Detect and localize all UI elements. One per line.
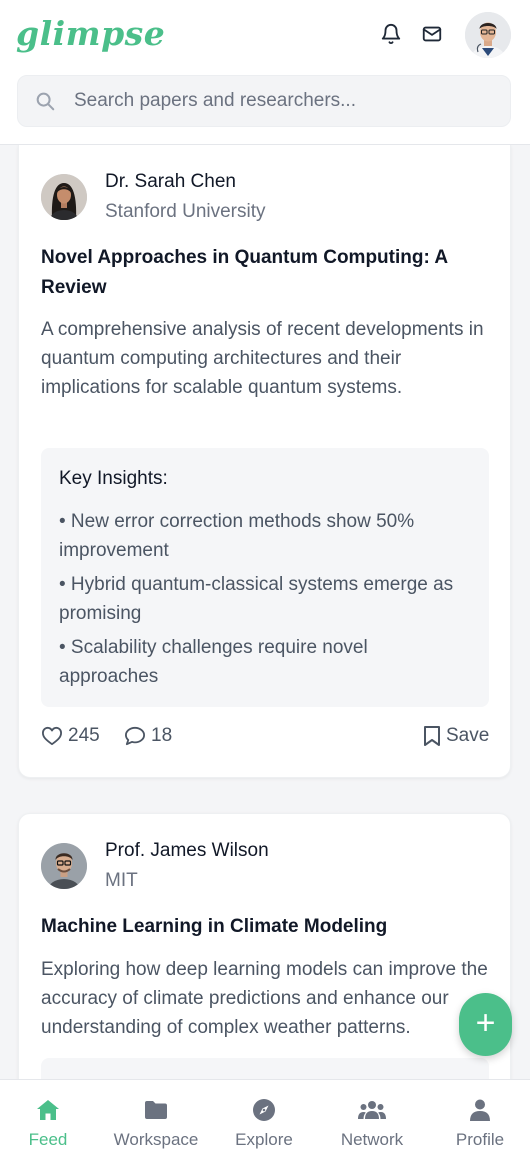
insight-item: • New error correction methods show 50% … xyxy=(59,511,415,561)
like-count: 245 xyxy=(68,725,100,746)
heart-icon xyxy=(42,726,62,746)
user-avatar[interactable] xyxy=(465,12,511,58)
nav-workspace[interactable]: Workspace xyxy=(108,1080,204,1164)
post-description: Exploring how deep learning models can i… xyxy=(41,959,488,1038)
author-name[interactable]: Prof. James Wilson xyxy=(105,840,269,862)
post-card[interactable]: Prof. James Wilson MIT Machine Learning … xyxy=(18,813,511,1118)
comment-icon xyxy=(125,726,145,746)
comment-count: 18 xyxy=(151,725,173,746)
search-input[interactable] xyxy=(74,90,484,112)
nav-profile[interactable]: Profile xyxy=(450,1080,510,1164)
author-name[interactable]: Dr. Sarah Chen xyxy=(105,171,236,193)
nav-explore[interactable]: Explore xyxy=(230,1080,298,1164)
compass-icon xyxy=(251,1098,277,1122)
post-title[interactable]: Machine Learning in Climate Modeling xyxy=(41,912,501,942)
like-button[interactable]: 245 xyxy=(41,725,100,747)
create-post-button[interactable]: + xyxy=(459,993,512,1056)
nav-label: Network xyxy=(340,1130,404,1149)
author-affiliation: Stanford University xyxy=(105,201,266,222)
nav-label: Feed xyxy=(28,1130,68,1149)
key-insights-box: Key Insights: • New error correction met… xyxy=(41,448,489,707)
author-avatar[interactable] xyxy=(41,843,87,889)
insight-item: • Hybrid quantum-classical systems emerg… xyxy=(59,574,454,624)
top-header: glimpse xyxy=(0,0,530,145)
nav-feed[interactable]: Feed xyxy=(24,1080,72,1164)
post-title[interactable]: Novel Approaches in Quantum Computing: A… xyxy=(41,243,461,303)
plus-icon: + xyxy=(475,1004,496,1042)
author-avatar[interactable] xyxy=(41,174,87,220)
user-icon xyxy=(467,1098,493,1122)
insight-item: • Scalability challenges require novel a… xyxy=(59,637,368,687)
post-description: A comprehensive analysis of recent devel… xyxy=(41,319,484,398)
notifications-bell-icon[interactable] xyxy=(377,20,405,48)
post-card[interactable]: Dr. Sarah Chen Stanford University Novel… xyxy=(18,145,511,778)
nav-label: Profile xyxy=(455,1130,505,1149)
home-icon xyxy=(35,1098,61,1122)
messages-mail-icon[interactable] xyxy=(418,20,446,48)
nav-network[interactable]: Network xyxy=(334,1080,410,1164)
folder-icon xyxy=(143,1098,169,1122)
key-insights-title: Key Insights: xyxy=(59,468,168,489)
bottom-navigation: Feed Workspace Explore Network Profile xyxy=(0,1079,530,1164)
nav-label: Explore xyxy=(235,1130,293,1149)
search-icon xyxy=(34,90,56,112)
nav-label: Workspace xyxy=(113,1130,199,1149)
bookmark-icon xyxy=(424,726,440,746)
save-button[interactable]: Save xyxy=(423,725,489,747)
app-logo[interactable]: glimpse xyxy=(16,14,165,53)
users-icon xyxy=(358,1098,386,1122)
author-affiliation: MIT xyxy=(105,870,138,891)
search-bar[interactable] xyxy=(17,75,511,127)
comment-button[interactable]: 18 xyxy=(124,725,172,747)
save-label: Save xyxy=(446,725,490,746)
